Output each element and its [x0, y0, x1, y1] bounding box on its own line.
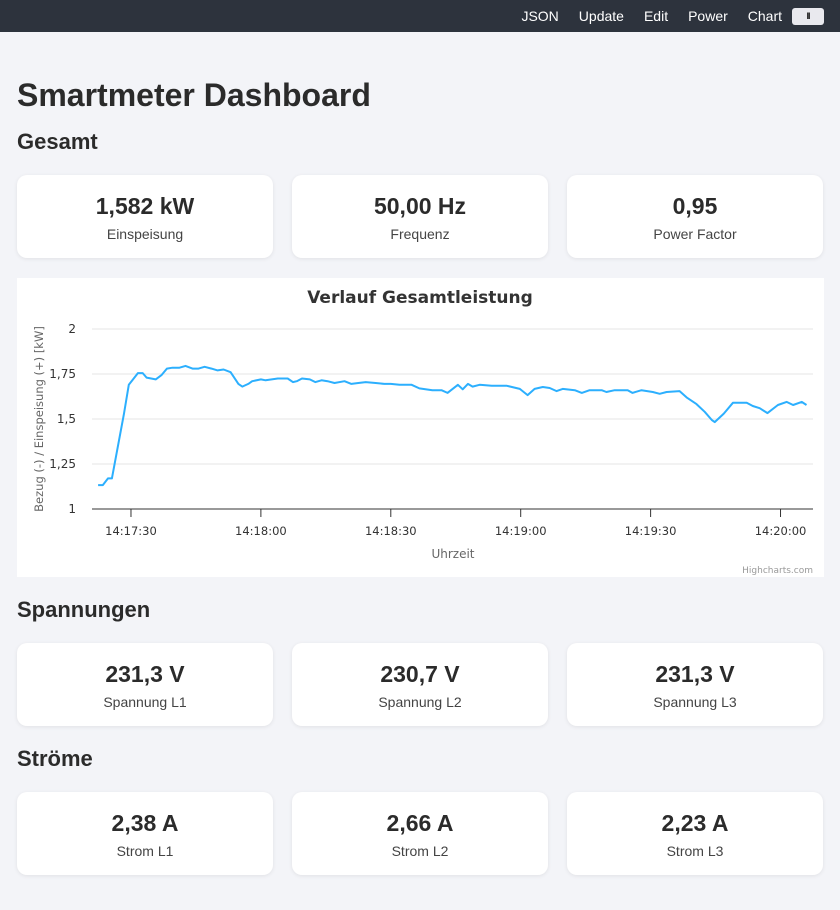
card-label: Spannung L1 [103, 694, 187, 710]
section-title-gesamt: Gesamt [17, 129, 98, 154]
nav-update[interactable]: Update [579, 8, 624, 24]
spannungen-cards: 231,3 V Spannung L1 230,7 V Spannung L2 23… [17, 643, 824, 726]
chart-title: Verlauf Gesamtleistung [307, 288, 533, 308]
section-title-spannungen: Spannungen [17, 597, 151, 622]
card-label: Frequenz [390, 226, 450, 242]
card-strom-l2: 2,66 A Strom L2 [292, 792, 548, 875]
series-line [98, 364, 808, 487]
x-axis-label: Uhrzeit [431, 547, 474, 561]
card-value: 1,582 kW [95, 193, 195, 219]
card-value: 231,3 V [105, 661, 185, 687]
card-value: 2,66 A [386, 810, 454, 836]
pause-button[interactable]: II [792, 7, 824, 25]
card-value: 50,00 Hz [373, 193, 467, 219]
x-tick-label: 14:19:00 [495, 524, 547, 538]
page-title: Smartmeter Dashboard [17, 77, 371, 113]
chart-svg: Verlauf Gesamtleistung Bezug (-) / Einsp… [32, 288, 813, 576]
nav-json[interactable]: JSON [521, 8, 558, 24]
card-power-factor: 0,95 Power Factor [567, 175, 823, 258]
card-label: Strom L2 [391, 843, 449, 859]
card-label: Strom L1 [116, 843, 174, 859]
card-value: 230,7 V [380, 661, 460, 687]
x-tick-label: 14:18:00 [235, 524, 287, 538]
nav-chart[interactable]: Chart [748, 8, 782, 24]
x-tick-label: 14:18:30 [365, 524, 417, 538]
x-tick-label: 14:19:30 [625, 524, 677, 538]
nav-edit[interactable]: Edit [644, 8, 668, 24]
card-label: Power Factor [653, 226, 737, 242]
card-value: 0,95 [672, 193, 718, 219]
card-spannung-l2: 230,7 V Spannung L2 [292, 643, 548, 726]
card-value: 2,23 A [661, 810, 729, 836]
top-nav: JSON Update Edit Power Chart II [0, 0, 840, 32]
y-tick-label: 1,25 [49, 457, 76, 471]
chart-credits[interactable]: Highcharts.com [742, 566, 813, 576]
card-strom-l1: 2,38 A Strom L1 [17, 792, 273, 875]
gesamt-cards: 1,582 kW Einspeisung 50,00 Hz Frequenz 0,9… [17, 175, 824, 258]
y-tick-label: 1,5 [57, 412, 76, 426]
card-spannung-l1: 231,3 V Spannung L1 [17, 643, 273, 726]
stroeme-cards: 2,38 A Strom L1 2,66 A Strom L2 2,23 A Stro… [17, 792, 824, 875]
card-value: 2,38 A [111, 810, 179, 836]
card-label: Einspeisung [106, 226, 184, 242]
card-strom-l3: 2,23 A Strom L3 [567, 792, 823, 875]
section-title-stroeme: Ströme [17, 746, 93, 771]
power-chart: Verlauf Gesamtleistung Bezug (-) / Einsp… [17, 278, 824, 577]
nav-power[interactable]: Power [688, 8, 728, 24]
x-tick-label: 14:17:30 [105, 524, 157, 538]
x-tick-label: 14:20:00 [755, 524, 807, 538]
y-tick-label: 2 [68, 322, 76, 336]
card-frequenz: 50,00 Hz Frequenz [292, 175, 548, 258]
y-axis-label: Bezug (-) / Einspeisung (+) [kW] [32, 326, 46, 512]
y-tick-label: 1,75 [49, 367, 76, 381]
y-tick-label: 1 [68, 502, 76, 516]
card-label: Spannung L3 [653, 694, 737, 710]
card-spannung-l3: 231,3 V Spannung L3 [567, 643, 823, 726]
card-einspeisung: 1,582 kW Einspeisung [17, 175, 273, 258]
card-value: 231,3 V [655, 661, 735, 687]
card-label: Spannung L2 [378, 694, 462, 710]
card-label: Strom L3 [666, 843, 724, 859]
